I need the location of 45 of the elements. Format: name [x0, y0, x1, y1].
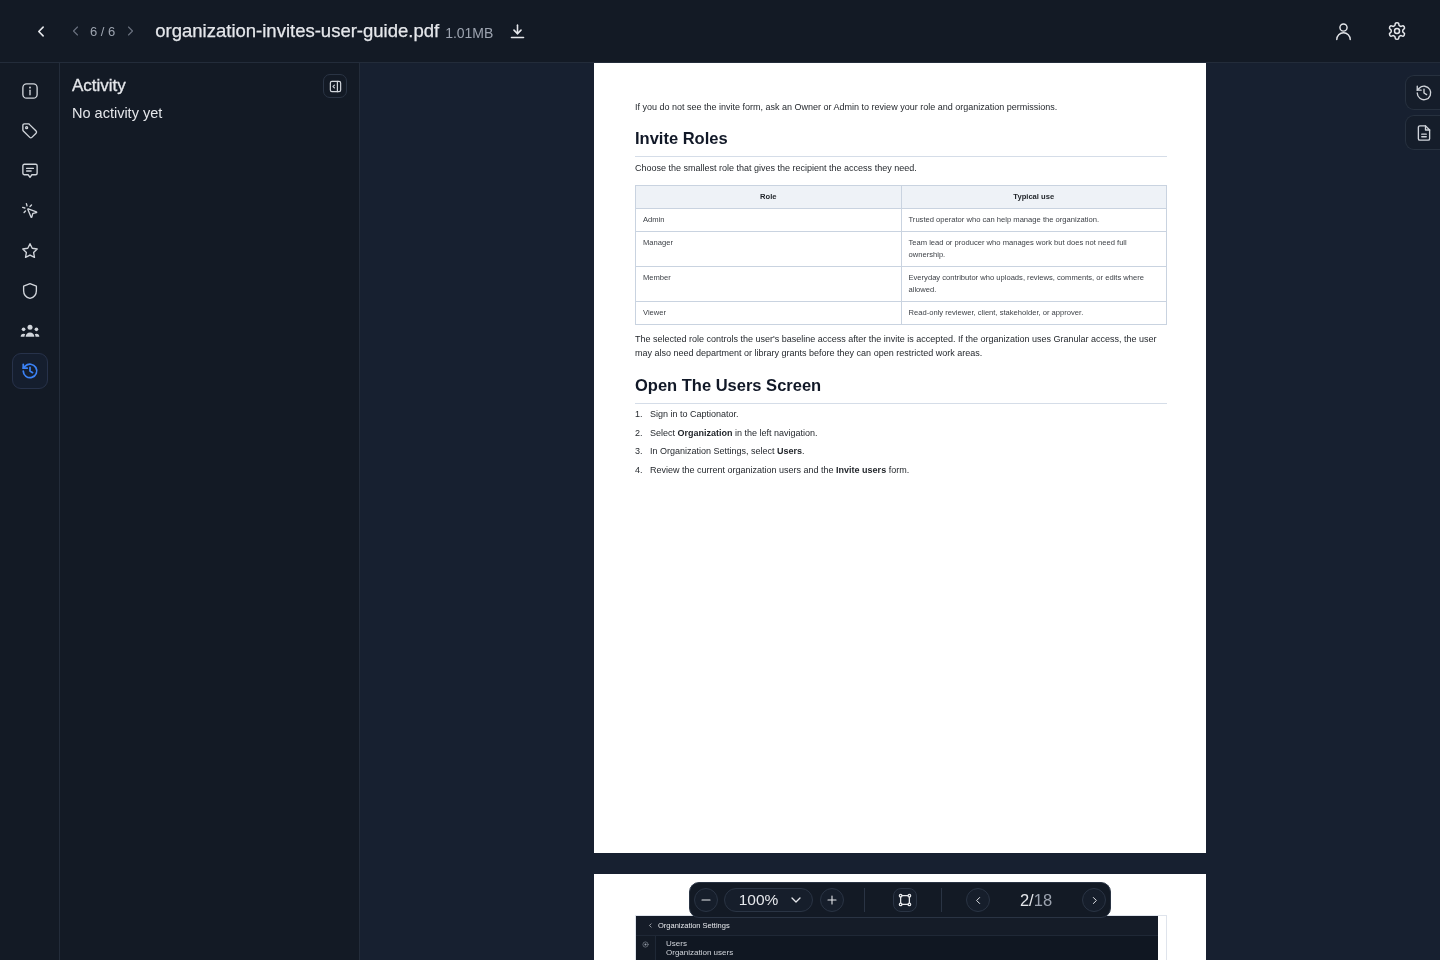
star-icon — [20, 242, 39, 260]
info-icon — [20, 82, 39, 100]
file-name: organization-invites-user-guide.pdf — [155, 20, 440, 42]
history-icon — [20, 362, 39, 380]
tag-icon — [20, 122, 39, 140]
plus-icon — [826, 894, 838, 906]
paragraph: The selected role controls the user's baseline access after the invite is accepted. If the organization uses Granular access, the user may also need department or library grants before they can open restricted work areas. — [635, 333, 1158, 360]
panel-title: Activity — [72, 76, 126, 96]
section-heading: Invite Roles — [635, 128, 1167, 157]
list-item-text: In Organization Settings, select Users. — [650, 445, 805, 457]
list-item-text: Review the current organization users and the Invite users form. — [650, 463, 910, 476]
page-counter: 6 / 6 — [90, 23, 116, 39]
list-number: 3. — [635, 445, 644, 457]
zoom-out-button[interactable] — [694, 888, 718, 912]
list-number: 2. — [635, 426, 644, 439]
empty-state-text: No activity yet — [72, 105, 163, 121]
history-icon — [1415, 83, 1433, 102]
comment-icon — [20, 162, 39, 180]
shield-icon — [20, 282, 39, 300]
download-icon[interactable] — [509, 22, 527, 40]
fit-page-button[interactable] — [893, 888, 917, 912]
cursor-click-icon — [20, 202, 39, 220]
paragraph: Choose the smallest role that gives the recipient the access they need. — [635, 162, 918, 174]
document-icon — [1415, 123, 1433, 142]
list-number: 4. — [635, 463, 644, 476]
page-indicator: 2/18 — [1018, 890, 1054, 910]
user-icon[interactable] — [1334, 21, 1353, 41]
list-number: 1. — [635, 408, 644, 420]
circle-icon — [642, 941, 649, 948]
list-item-text: Sign in to Captionator. — [650, 408, 739, 420]
zoom-dropdown[interactable]: 100% — [724, 888, 813, 912]
square-nodes-icon — [898, 893, 912, 907]
collapse-panel-button[interactable] — [323, 74, 347, 98]
paragraph: If you do not see the invite form, ask an Owner or Admin to review your role and organization permissions. — [635, 101, 1059, 113]
list-item-text: Select Organization in the left navigation. — [650, 426, 818, 439]
screenshot-nav-subtitle: Organization users — [666, 948, 734, 957]
file-size: 1.01MB — [445, 23, 494, 41]
history-button[interactable] — [1405, 75, 1440, 110]
chevron-left-icon — [648, 923, 653, 928]
zoom-in-button[interactable] — [820, 888, 844, 912]
chevron-left-icon — [973, 895, 983, 905]
panel-toggle-icon — [328, 79, 342, 93]
document-button[interactable] — [1405, 115, 1440, 150]
section-heading: Open The Users Screen — [635, 375, 1167, 404]
settings-icon[interactable] — [1387, 21, 1407, 41]
